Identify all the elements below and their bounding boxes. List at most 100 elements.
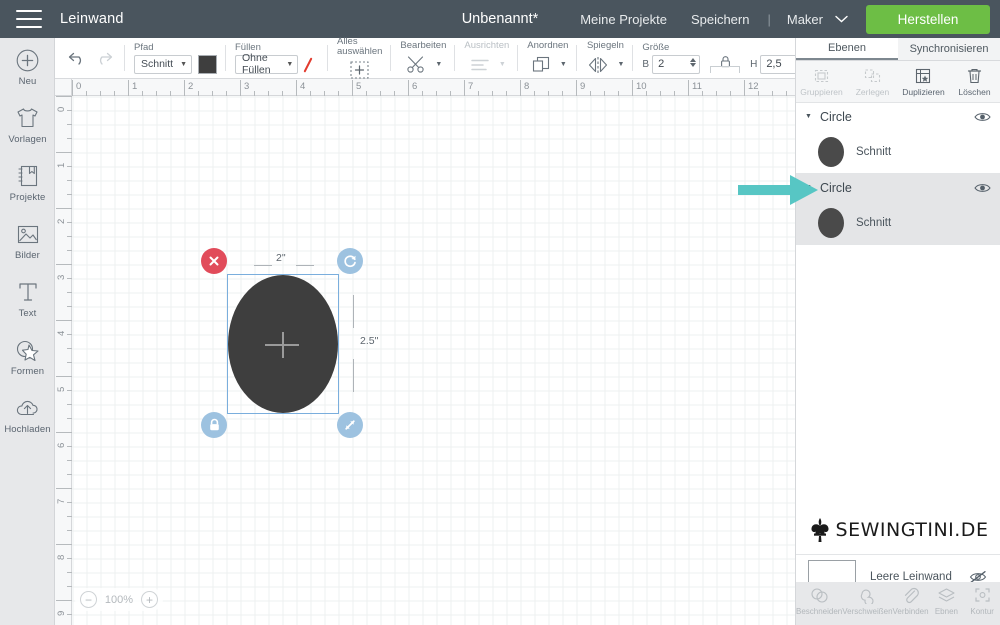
ruler-tick bbox=[67, 404, 72, 405]
undo-icon[interactable] bbox=[64, 45, 90, 71]
chevron-down-icon[interactable]: ▼ bbox=[560, 61, 567, 68]
sidebar-item-text[interactable]: Text bbox=[0, 270, 55, 328]
contour-button[interactable]: Kontur bbox=[964, 586, 1000, 616]
chevron-down-icon[interactable]: ▼ bbox=[617, 61, 624, 68]
weld-button[interactable]: Verschweißen bbox=[842, 586, 893, 616]
delete-button[interactable]: Löschen bbox=[949, 61, 1000, 102]
sidebar-item-shapes[interactable]: Formen bbox=[0, 328, 55, 386]
ruler-tick bbox=[56, 320, 72, 321]
lock-handle[interactable] bbox=[201, 412, 227, 438]
width-input[interactable]: 2 bbox=[652, 54, 701, 74]
layer-sublayer[interactable]: Schnitt bbox=[796, 130, 1000, 173]
canvas-label[interactable]: Leinwand bbox=[60, 11, 124, 27]
layer-sublayer[interactable]: Schnitt bbox=[796, 201, 1000, 244]
ruler-tick bbox=[100, 91, 101, 96]
ruler-label: 6 bbox=[56, 442, 67, 448]
attach-button[interactable]: Verbinden bbox=[893, 586, 929, 616]
ruler-label: 1 bbox=[56, 162, 67, 168]
save-button[interactable]: Speichern bbox=[679, 12, 762, 27]
size-lock-toggle[interactable] bbox=[706, 55, 744, 74]
group-icon bbox=[812, 67, 831, 85]
zoom-control: − 100% + bbox=[75, 588, 163, 611]
redo-icon[interactable] bbox=[90, 45, 116, 71]
panel-actions: Gruppieren Zerlegen Duplizieren Löschen bbox=[796, 61, 1000, 103]
path-select[interactable]: Schnitt ▼ bbox=[134, 54, 192, 74]
ruler-tick bbox=[67, 194, 72, 195]
ruler-tick bbox=[492, 91, 493, 96]
right-arrow-annotation bbox=[738, 172, 820, 208]
eye-icon[interactable] bbox=[974, 111, 991, 123]
path-color-swatch[interactable] bbox=[198, 54, 217, 74]
contour-label: Kontur bbox=[970, 607, 994, 616]
sidebar-item-label: Formen bbox=[10, 366, 45, 377]
ruler-tick bbox=[67, 278, 72, 279]
sidebar-item-new[interactable]: Neu bbox=[0, 38, 55, 96]
tab-sync[interactable]: Synchronisieren bbox=[898, 38, 1000, 60]
ruler-tick bbox=[156, 91, 157, 96]
ruler-tick bbox=[576, 80, 577, 96]
ruler-corner bbox=[55, 79, 72, 96]
ruler-tick bbox=[184, 80, 185, 96]
chevron-down-icon[interactable]: ▼ bbox=[435, 61, 442, 68]
machine-selector[interactable]: Maker bbox=[777, 12, 829, 27]
contour-icon bbox=[973, 586, 992, 604]
chevron-down-icon[interactable]: ▼ bbox=[805, 113, 812, 120]
scissors-icon[interactable] bbox=[404, 54, 428, 76]
hamburger-icon[interactable] bbox=[16, 10, 42, 28]
size-group: Größe B 2 H 2,5 bbox=[633, 38, 818, 78]
rotate-handle[interactable] bbox=[337, 248, 363, 274]
ruler-label: 8 bbox=[56, 554, 67, 560]
flatten-button[interactable]: Ebnen bbox=[929, 586, 965, 616]
flip-icon[interactable] bbox=[586, 54, 610, 76]
ruler-tick bbox=[67, 222, 72, 223]
sidebar-item-label: Vorlagen bbox=[8, 134, 47, 145]
width-label: B bbox=[642, 58, 650, 70]
layer-group-header[interactable]: ▼ Circle bbox=[796, 103, 1000, 130]
arrange-icon[interactable] bbox=[529, 54, 553, 76]
ruler-tick bbox=[67, 572, 72, 573]
sidebar-item-templates[interactable]: Vorlagen bbox=[0, 96, 55, 154]
my-projects-link[interactable]: Meine Projekte bbox=[568, 12, 679, 27]
sidebar-item-upload[interactable]: Hochladen bbox=[0, 386, 55, 444]
delete-handle[interactable] bbox=[201, 248, 227, 274]
canvas-grid bbox=[72, 96, 795, 625]
ruler-label: 12 bbox=[748, 81, 759, 92]
sidebar-item-images[interactable]: Bilder bbox=[0, 212, 55, 270]
zoom-in-button[interactable]: + bbox=[141, 591, 158, 608]
ruler-tick bbox=[67, 558, 72, 559]
slice-button[interactable]: Beschneiden bbox=[796, 586, 842, 616]
edit-toolbar: Pfad Schnitt ▼ Füllen Ohne Füllen ▼ Alle… bbox=[55, 36, 863, 80]
ruler-tick bbox=[67, 474, 72, 475]
eye-icon[interactable] bbox=[974, 182, 991, 194]
tab-layers[interactable]: Ebenen bbox=[796, 38, 898, 60]
ruler-label: 4 bbox=[300, 81, 306, 92]
sidebar-item-projects[interactable]: Projekte bbox=[0, 154, 55, 212]
ruler-label: 2 bbox=[56, 218, 67, 224]
ruler-tick bbox=[506, 91, 507, 96]
chevron-down-icon: ▼ bbox=[180, 60, 187, 68]
ruler-tick bbox=[114, 91, 115, 96]
fill-select[interactable]: Ohne Füllen ▼ bbox=[235, 52, 299, 76]
duplicate-button[interactable]: Duplizieren bbox=[898, 61, 949, 102]
ungroup-label: Zerlegen bbox=[855, 86, 890, 97]
make-it-button[interactable]: Herstellen bbox=[866, 4, 990, 34]
ungroup-button[interactable]: Zerlegen bbox=[847, 61, 898, 102]
ruler-tick bbox=[67, 138, 72, 139]
select-all-icon[interactable] bbox=[348, 60, 372, 80]
ruler-tick bbox=[56, 600, 72, 601]
no-fill-icon[interactable] bbox=[304, 55, 319, 74]
ruler-tick bbox=[67, 418, 72, 419]
layer-group[interactable]: ▼ Circle Schnitt bbox=[796, 174, 1000, 245]
group-button[interactable]: Gruppieren bbox=[796, 61, 847, 102]
resize-handle[interactable] bbox=[337, 412, 363, 438]
chevron-down-icon[interactable] bbox=[835, 15, 848, 23]
layer-group[interactable]: ▼ Circle Schnitt bbox=[796, 103, 1000, 174]
layer-group-header[interactable]: ▼ Circle bbox=[796, 174, 1000, 201]
canvas-area[interactable]: 2" 2.5" 0 1 2 3 4 5 6 7 8 9 10 11 12 0123456789 − 10… bbox=[55, 79, 795, 625]
ruler-label: 3 bbox=[56, 274, 67, 280]
shapes-icon bbox=[15, 337, 41, 363]
zoom-out-button[interactable]: − bbox=[80, 591, 97, 608]
ruler-label: 8 bbox=[524, 81, 530, 92]
ruler-tick bbox=[436, 91, 437, 96]
width-stepper[interactable] bbox=[690, 57, 697, 67]
